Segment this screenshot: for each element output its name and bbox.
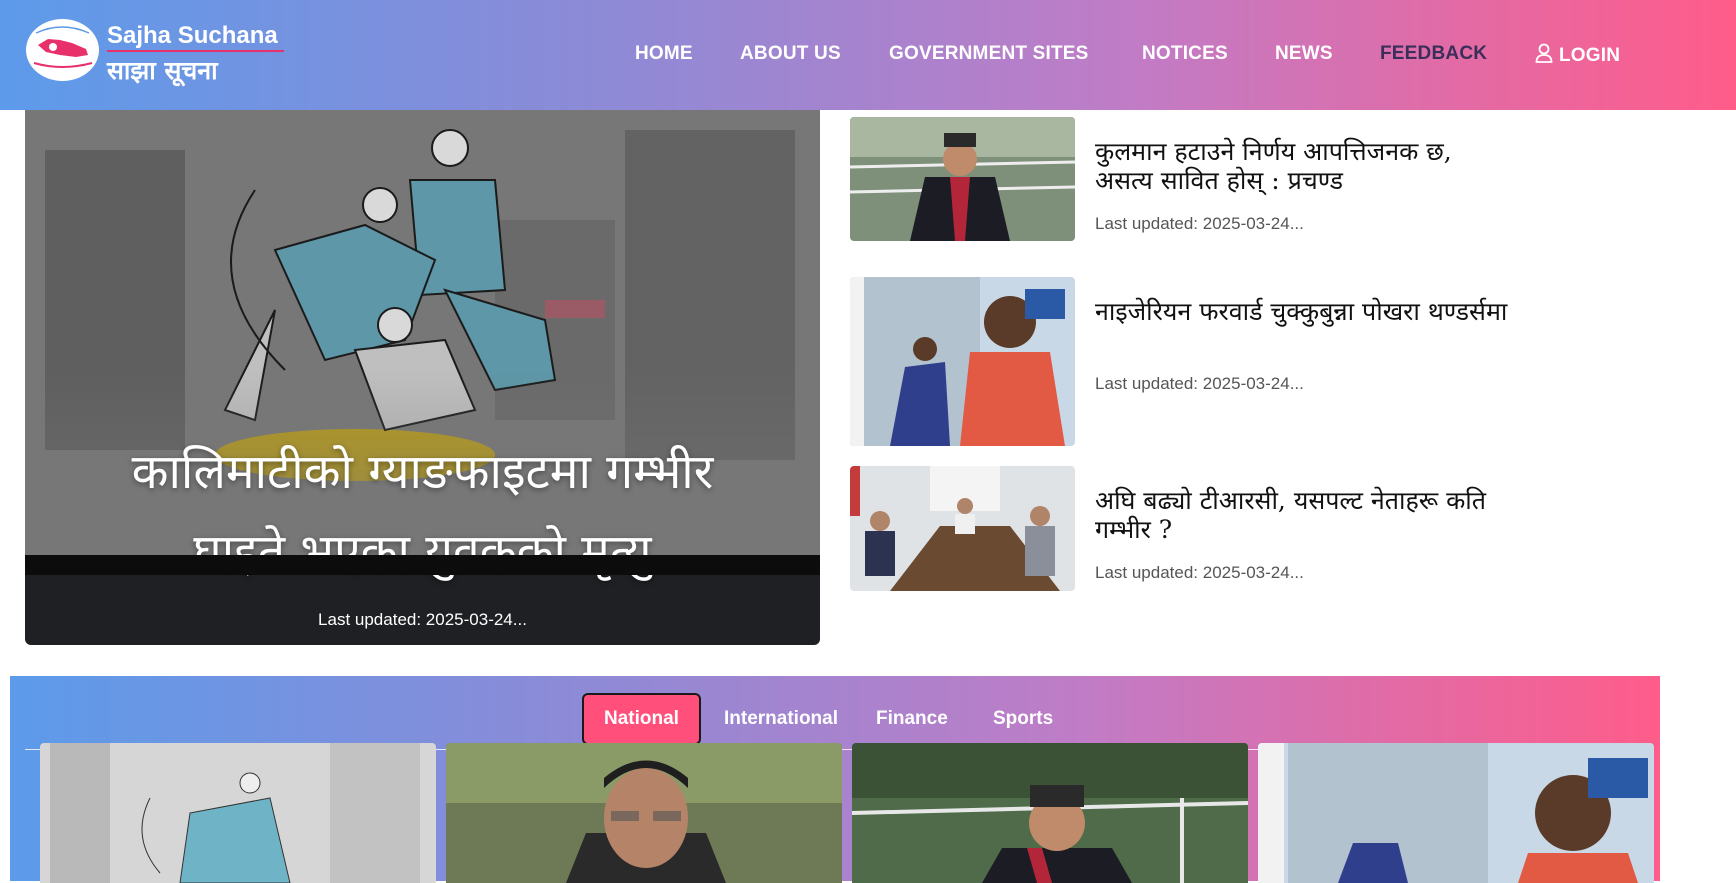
brand-underline	[107, 50, 284, 52]
news-date: Last updated: 2025-03-24...	[1095, 374, 1304, 393]
category-section: National International Finance Sports	[10, 676, 1660, 883]
brand-name-en[interactable]: Sajha Suchana	[107, 22, 278, 50]
nav-login[interactable]: LOGIN	[1535, 43, 1620, 67]
category-card[interactable]	[1258, 743, 1654, 883]
nav-notices[interactable]: NOTICES	[1142, 43, 1228, 65]
nav-home[interactable]: HOME	[635, 43, 693, 65]
tab-finance[interactable]: Finance	[856, 693, 968, 745]
news-item[interactable]: नाइजेरियन फरवार्ड चुक्कुबुन्ना पोखरा थण्…	[850, 277, 1550, 446]
politician-phone-photo	[852, 743, 1248, 883]
site-header: Sajha Suchana साझा सूचना HOME ABOUT US G…	[0, 0, 1736, 110]
tab-national[interactable]: National	[582, 693, 701, 745]
user-icon	[1535, 43, 1553, 63]
news-date: Last updated: 2025-03-24...	[1095, 214, 1304, 233]
news-title[interactable]: कुलमान हटाउने निर्णय आपत्तिजनक छ, असत्य …	[1095, 137, 1515, 195]
news-date: Last updated: 2025-03-24...	[1095, 563, 1304, 582]
featured-news[interactable]: कालिमाटीको ग्याङफाइटमा गम्भीर घाइते भएका…	[25, 110, 820, 645]
category-card[interactable]	[446, 743, 842, 883]
category-card[interactable]	[40, 743, 436, 883]
tab-sports[interactable]: Sports	[973, 693, 1073, 745]
featured-news-date: Last updated: 2025-03-24...	[318, 610, 527, 629]
news-thumbnail	[850, 277, 1075, 446]
featured-title-line-2: घाइते भएका युवकको मृत्यु	[193, 524, 652, 580]
category-card[interactable]	[852, 743, 1248, 883]
nav-news[interactable]: NEWS	[1275, 43, 1333, 65]
nav-feedback[interactable]: FEEDBACK	[1380, 43, 1487, 65]
login-label: LOGIN	[1559, 45, 1621, 66]
nav-about-us[interactable]: ABOUT US	[740, 43, 841, 65]
news-thumbnail	[850, 117, 1075, 241]
news-title[interactable]: नाइजेरियन फरवार्ड चुक्कुबुन्ना पोखरा थण्…	[1095, 297, 1515, 326]
featured-title-line-1: कालिमाटीको ग्याङफाइटमा गम्भीर	[131, 444, 714, 500]
footballer-photo	[850, 277, 1075, 446]
fight-illustration-thumb	[40, 743, 436, 883]
news-item[interactable]: अघि बढ्यो टीआरसी, यसपल्ट नेताहरू कति गम्…	[850, 466, 1550, 596]
news-title[interactable]: अघि बढ्यो टीआरसी, यसपल्ट नेताहरू कति गम्…	[1095, 486, 1515, 544]
brand-name-np[interactable]: साझा सूचना	[107, 53, 218, 87]
tab-international[interactable]: International	[704, 693, 858, 745]
politician-photo	[850, 117, 1075, 241]
news-item[interactable]: कुलमान हटाउने निर्णय आपत्तिजनक छ, असत्य …	[850, 117, 1550, 247]
logo[interactable]	[26, 19, 99, 81]
man-glasses-photo	[446, 743, 842, 883]
news-thumbnail	[850, 466, 1075, 591]
nepal-map-logo-icon	[33, 26, 93, 68]
featured-divider	[25, 555, 820, 575]
meeting-photo	[850, 466, 1075, 591]
nav-government-sites[interactable]: GOVERNMENT SITES	[889, 43, 1089, 65]
footballer-thumb-photo	[1258, 743, 1654, 883]
